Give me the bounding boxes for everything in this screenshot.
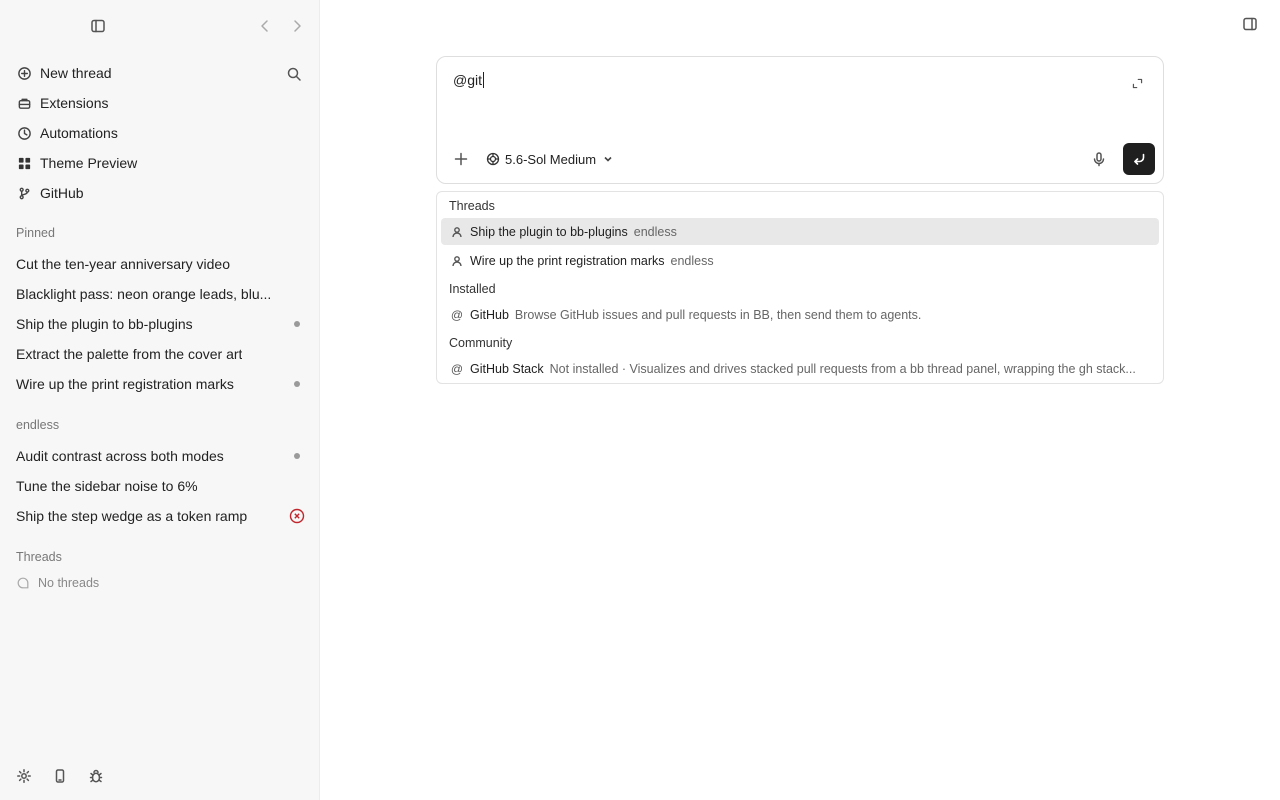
microphone-icon[interactable] bbox=[1087, 147, 1111, 171]
model-selector[interactable]: 5.6-Sol Medium bbox=[485, 148, 614, 170]
github-icon bbox=[16, 185, 32, 201]
sidebar-nav: New thread Extensions Automations Theme … bbox=[0, 58, 320, 208]
error-x-icon bbox=[289, 508, 305, 524]
thread-title: Blacklight pass: neon orange leads, blu.… bbox=[16, 286, 272, 302]
settings-gear-icon[interactable] bbox=[12, 764, 36, 788]
expand-icon[interactable] bbox=[1125, 71, 1149, 95]
at-sign-icon: @ bbox=[450, 307, 464, 322]
thread-title: Ship the plugin to bb-plugins bbox=[16, 316, 193, 332]
mention-suggestions-dropdown: Threads Ship the plugin to bb-plugins en… bbox=[436, 191, 1164, 384]
nav-theme-preview[interactable]: Theme Preview bbox=[0, 148, 320, 178]
nav-extensions[interactable]: Extensions bbox=[0, 88, 320, 118]
suggestion-meta: endless bbox=[670, 253, 714, 268]
nav-automations[interactable]: Automations bbox=[0, 118, 320, 148]
nav-label: GitHub bbox=[40, 185, 84, 201]
pinned-thread-item[interactable]: Cut the ten-year anniversary video bbox=[0, 249, 320, 279]
suggestion-meta: Browse GitHub issues and pull requests i… bbox=[514, 307, 922, 322]
suggestion-name: Ship the plugin to bb-plugins bbox=[470, 224, 628, 239]
project-section-label: endless bbox=[16, 418, 60, 432]
composer-text: @git bbox=[453, 72, 482, 88]
suggestion-thread-item[interactable]: Ship the plugin to bb-plugins endless bbox=[441, 218, 1159, 245]
thread-title: Wire up the print registration marks bbox=[16, 376, 234, 392]
pinned-section-label: Pinned bbox=[16, 226, 55, 240]
pinned-list: Cut the ten-year anniversary video Black… bbox=[0, 249, 320, 399]
sidebar-bottom-bar bbox=[12, 764, 132, 788]
project-thread-item[interactable]: Tune the sidebar noise to 6% bbox=[0, 471, 320, 501]
thread-title: Tune the sidebar noise to 6% bbox=[16, 478, 198, 494]
bug-icon[interactable] bbox=[84, 764, 108, 788]
message-composer: @git 5.6-Sol Medium bbox=[436, 56, 1164, 184]
suggestion-meta: endless bbox=[633, 224, 677, 239]
composer-text-input[interactable]: @git bbox=[453, 72, 484, 88]
dropdown-installed-header: Installed bbox=[449, 282, 496, 296]
no-threads-message: No threads bbox=[16, 576, 99, 590]
thread-title: Audit contrast across both modes bbox=[16, 448, 224, 464]
sidebar-toggle-icon[interactable] bbox=[86, 14, 110, 38]
project-thread-item[interactable]: Ship the step wedge as a token ramp bbox=[0, 501, 320, 531]
suggestion-extension-item[interactable]: @ GitHub Stack Not installed · Visualize… bbox=[441, 355, 1159, 382]
no-threads-text: No threads bbox=[38, 576, 100, 590]
person-icon bbox=[450, 225, 464, 239]
project-thread-item[interactable]: Audit contrast across both modes bbox=[0, 441, 320, 471]
thread-title: Cut the ten-year anniversary video bbox=[16, 256, 230, 272]
unread-dot bbox=[294, 453, 300, 459]
nav-label: Theme Preview bbox=[40, 155, 138, 171]
chevron-down-icon bbox=[604, 156, 612, 162]
mobile-device-icon[interactable] bbox=[48, 764, 72, 788]
nav-label: Extensions bbox=[40, 95, 109, 111]
nav-github[interactable]: GitHub bbox=[0, 178, 320, 208]
pinned-thread-item[interactable]: Ship the plugin to bb-plugins bbox=[0, 309, 320, 339]
return-arrow-icon bbox=[1134, 153, 1145, 165]
back-arrow-icon[interactable] bbox=[253, 14, 277, 38]
at-sign-icon: @ bbox=[450, 361, 464, 376]
right-panel-toggle-icon[interactable] bbox=[1238, 12, 1262, 36]
pinned-thread-item[interactable]: Wire up the print registration marks bbox=[0, 369, 320, 399]
pinned-thread-item[interactable]: Blacklight pass: neon orange leads, blu.… bbox=[0, 279, 320, 309]
sidebar-top-bar bbox=[0, 14, 320, 38]
search-icon[interactable] bbox=[282, 62, 306, 86]
send-button[interactable] bbox=[1123, 143, 1155, 175]
attach-plus-icon[interactable] bbox=[449, 147, 473, 171]
forward-arrow-icon[interactable] bbox=[285, 14, 309, 38]
nav-label: New thread bbox=[40, 65, 112, 81]
pinned-thread-item[interactable]: Extract the palette from the cover art bbox=[0, 339, 320, 369]
unread-dot bbox=[294, 321, 300, 327]
project-list: Audit contrast across both modes Tune th… bbox=[0, 441, 320, 531]
suggestion-name: GitHub bbox=[470, 307, 509, 322]
suggestion-name: Wire up the print registration marks bbox=[470, 253, 665, 268]
text-caret bbox=[483, 72, 484, 88]
nav-label: Automations bbox=[40, 125, 118, 141]
suggestion-thread-item[interactable]: Wire up the print registration marks end… bbox=[441, 247, 1159, 274]
nav-new-thread[interactable]: New thread bbox=[0, 58, 320, 88]
extensions-icon bbox=[16, 95, 32, 111]
model-logo-icon bbox=[486, 152, 500, 166]
suggestion-name: GitHub Stack bbox=[470, 361, 544, 376]
thread-title: Extract the palette from the cover art bbox=[16, 346, 243, 362]
thread-title: Ship the step wedge as a token ramp bbox=[16, 508, 248, 524]
suggestion-extension-item[interactable]: @ GitHub Browse GitHub issues and pull r… bbox=[441, 301, 1159, 328]
person-icon bbox=[450, 254, 464, 268]
plus-circle-icon bbox=[16, 65, 32, 81]
dropdown-community-header: Community bbox=[449, 336, 513, 350]
grid-icon bbox=[16, 155, 32, 171]
dropdown-threads-header: Threads bbox=[449, 199, 495, 213]
chat-bubble-icon bbox=[17, 577, 29, 589]
unread-dot bbox=[294, 381, 300, 387]
suggestion-meta: Not installed · Visualizes and drives st… bbox=[549, 361, 1136, 376]
sidebar: New thread Extensions Automations Theme … bbox=[0, 0, 320, 800]
threads-section-label: Threads bbox=[16, 550, 62, 564]
model-name: 5.6-Sol Medium bbox=[505, 151, 597, 167]
clock-icon bbox=[16, 125, 32, 141]
